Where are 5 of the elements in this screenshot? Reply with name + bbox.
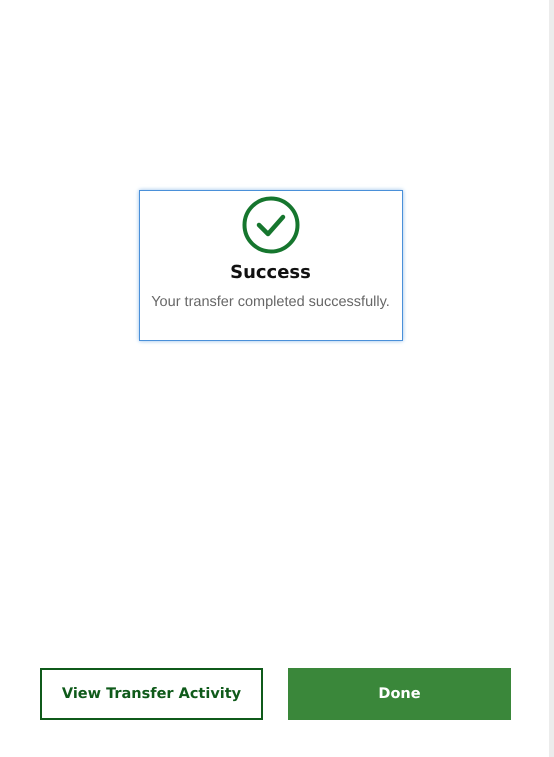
check-circle-icon: [242, 196, 300, 254]
done-button[interactable]: Done: [288, 668, 511, 720]
dialog-title: Success: [230, 262, 311, 283]
view-activity-button[interactable]: View Transfer Activity: [40, 668, 263, 720]
dialog-message: Your transfer completed successfully.: [151, 294, 390, 310]
